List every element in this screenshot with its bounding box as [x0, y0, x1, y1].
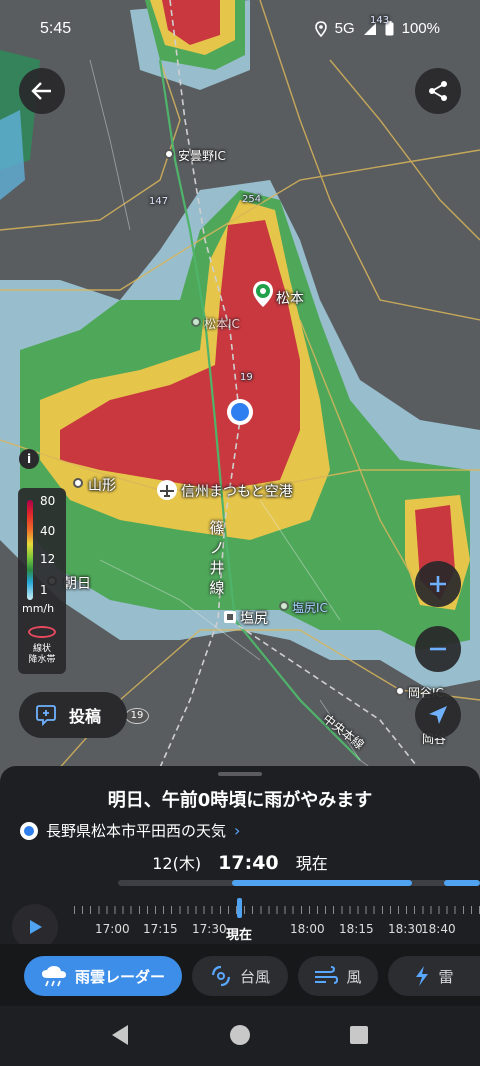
time-slider[interactable]: 17:00 17:15 17:30 現在 18:00 18:15 18:30 1…: [0, 874, 480, 950]
tab-typhoon-label: 台風: [239, 967, 270, 986]
route-19-shield: 19: [240, 372, 253, 383]
route-143-shield: 143: [370, 15, 390, 26]
timeline-ticks: [74, 906, 480, 914]
legend-unit: mm/h: [22, 602, 55, 615]
legend-tick-80: 80: [40, 494, 56, 508]
registered-location-pin-icon[interactable]: [251, 280, 275, 308]
minus-icon: [430, 647, 446, 651]
wind-icon: [315, 966, 339, 984]
back-button[interactable]: [19, 68, 65, 114]
sheet-handle[interactable]: [218, 772, 262, 776]
legend-band-line2: 降水帯: [28, 655, 56, 665]
current-location-marker[interactable]: [227, 399, 253, 425]
tab-typhoon[interactable]: 台風: [192, 956, 288, 996]
nav-recents-icon[interactable]: [350, 1026, 368, 1044]
location-link[interactable]: 長野県松本市平田西の天気 ›: [20, 820, 240, 841]
post-label: 投稿: [69, 707, 102, 726]
current-time: 17:40: [218, 852, 279, 874]
my-location-button[interactable]: [415, 692, 461, 738]
current-date: 12(木): [152, 854, 202, 873]
place-shiojiri-ic: 塩尻IC: [292, 601, 328, 615]
timeline-fill-future: [444, 880, 480, 886]
legend-band-line1: 線状: [32, 644, 51, 654]
timeline-label: 18:00: [290, 922, 325, 936]
place-shinonoi-line: 篠ノ井線: [209, 519, 225, 597]
tab-rain-radar[interactable]: 雨雲レーダー: [24, 956, 182, 996]
battery-level: 100%: [401, 20, 440, 37]
current-time-row: 12(木) 17:40 現在: [0, 850, 480, 874]
plus-icon: [430, 576, 446, 592]
route-147-shield: 147: [149, 196, 169, 207]
current-time-label: 現在: [295, 854, 328, 873]
tab-lightning-label: 雷: [438, 967, 454, 986]
zoom-in-button[interactable]: [415, 561, 461, 607]
tab-lightning[interactable]: 雷: [388, 956, 480, 996]
lightning-icon: [416, 966, 429, 986]
yamagata-dot: [73, 478, 83, 488]
status-bar: 5:45 5G 100%: [0, 0, 480, 58]
rain-cloud-icon: [41, 966, 66, 987]
share-button[interactable]: [415, 68, 461, 114]
radar-overlay: [0, 0, 480, 790]
band-ring-icon: [28, 626, 56, 638]
share-icon: [429, 81, 447, 101]
zoom-out-button[interactable]: [415, 626, 461, 672]
timeline-label: 17:15: [143, 922, 178, 936]
typhoon-icon: [211, 965, 231, 987]
timeline-label: 18:15: [339, 922, 374, 936]
timeline-now-marker[interactable]: [237, 898, 242, 918]
mode-tabs: 雨雲レーダー 台風 風 雷: [0, 944, 480, 1006]
place-matsumoto-ic: 松本IC: [204, 317, 240, 331]
place-airport: 信州まつもと空港: [181, 484, 293, 500]
bottom-sheet[interactable]: 明日、午前0時頃に雨がやみます 長野県松本市平田西の天気 › 12(木) 17:…: [0, 766, 480, 1066]
matsumoto-ic-dot: [191, 317, 201, 327]
legend-color-bar: [27, 500, 33, 600]
status-time: 5:45: [40, 20, 72, 37]
timeline-label: 18:40: [421, 922, 456, 936]
legend-tick-40: 40: [40, 524, 56, 538]
network-label: 5G: [334, 20, 355, 37]
post-button[interactable]: 投稿: [19, 692, 127, 738]
timeline-label: 17:00: [95, 922, 130, 936]
route-19-shield-south: 19: [125, 708, 149, 724]
system-nav-bar: [0, 1006, 480, 1066]
nav-back-icon[interactable]: [110, 1024, 130, 1046]
arrow-left-icon: [31, 82, 51, 100]
timeline-label-now: 現在: [226, 928, 253, 943]
tab-wind-label: 風: [346, 967, 362, 986]
legend-tick-1: 1: [40, 583, 48, 597]
route-254-shield: 254: [242, 194, 262, 205]
airport-icon: [157, 480, 177, 500]
station-icon: [224, 611, 236, 623]
navigation-arrow-icon: [429, 706, 447, 724]
rain-legend: 80 40 12 1 mm/h 線状 降水帯: [18, 488, 66, 674]
post-icon: [36, 705, 56, 726]
info-button[interactable]: i: [19, 449, 39, 469]
azumino-ic-dot: [164, 149, 174, 159]
okaya-ic-dot: [395, 686, 405, 696]
place-asahi: 朝日: [63, 576, 91, 592]
radar-map[interactable]: 5:45 5G 100% 安曇野IC 松本 松本IC 山形 信州まつもと空港 篠…: [0, 0, 480, 790]
play-icon: [30, 920, 42, 934]
place-matsumoto: 松本: [276, 291, 304, 307]
forecast-headline: 明日、午前0時頃に雨がやみます: [107, 790, 373, 811]
timeline-label: 18:30: [388, 922, 423, 936]
place-yamagata: 山形: [88, 478, 116, 494]
location-name: 長野県松本市平田西の天気: [46, 822, 227, 840]
location-dot-icon: [20, 821, 38, 840]
nav-home-icon[interactable]: [229, 1024, 251, 1046]
timeline-fill: [232, 880, 412, 886]
chevron-right-icon: ›: [234, 821, 241, 840]
place-shiojiri: 塩尻: [240, 611, 268, 627]
place-azumino-ic: 安曇野IC: [178, 149, 226, 163]
tab-wind[interactable]: 風: [298, 956, 378, 996]
timeline-label: 17:30: [192, 922, 227, 936]
tab-rain-radar-label: 雨雲レーダー: [74, 967, 165, 986]
legend-tick-12: 12: [40, 552, 56, 566]
location-icon: [314, 20, 327, 37]
shiojiri-ic-dot: [279, 601, 289, 611]
